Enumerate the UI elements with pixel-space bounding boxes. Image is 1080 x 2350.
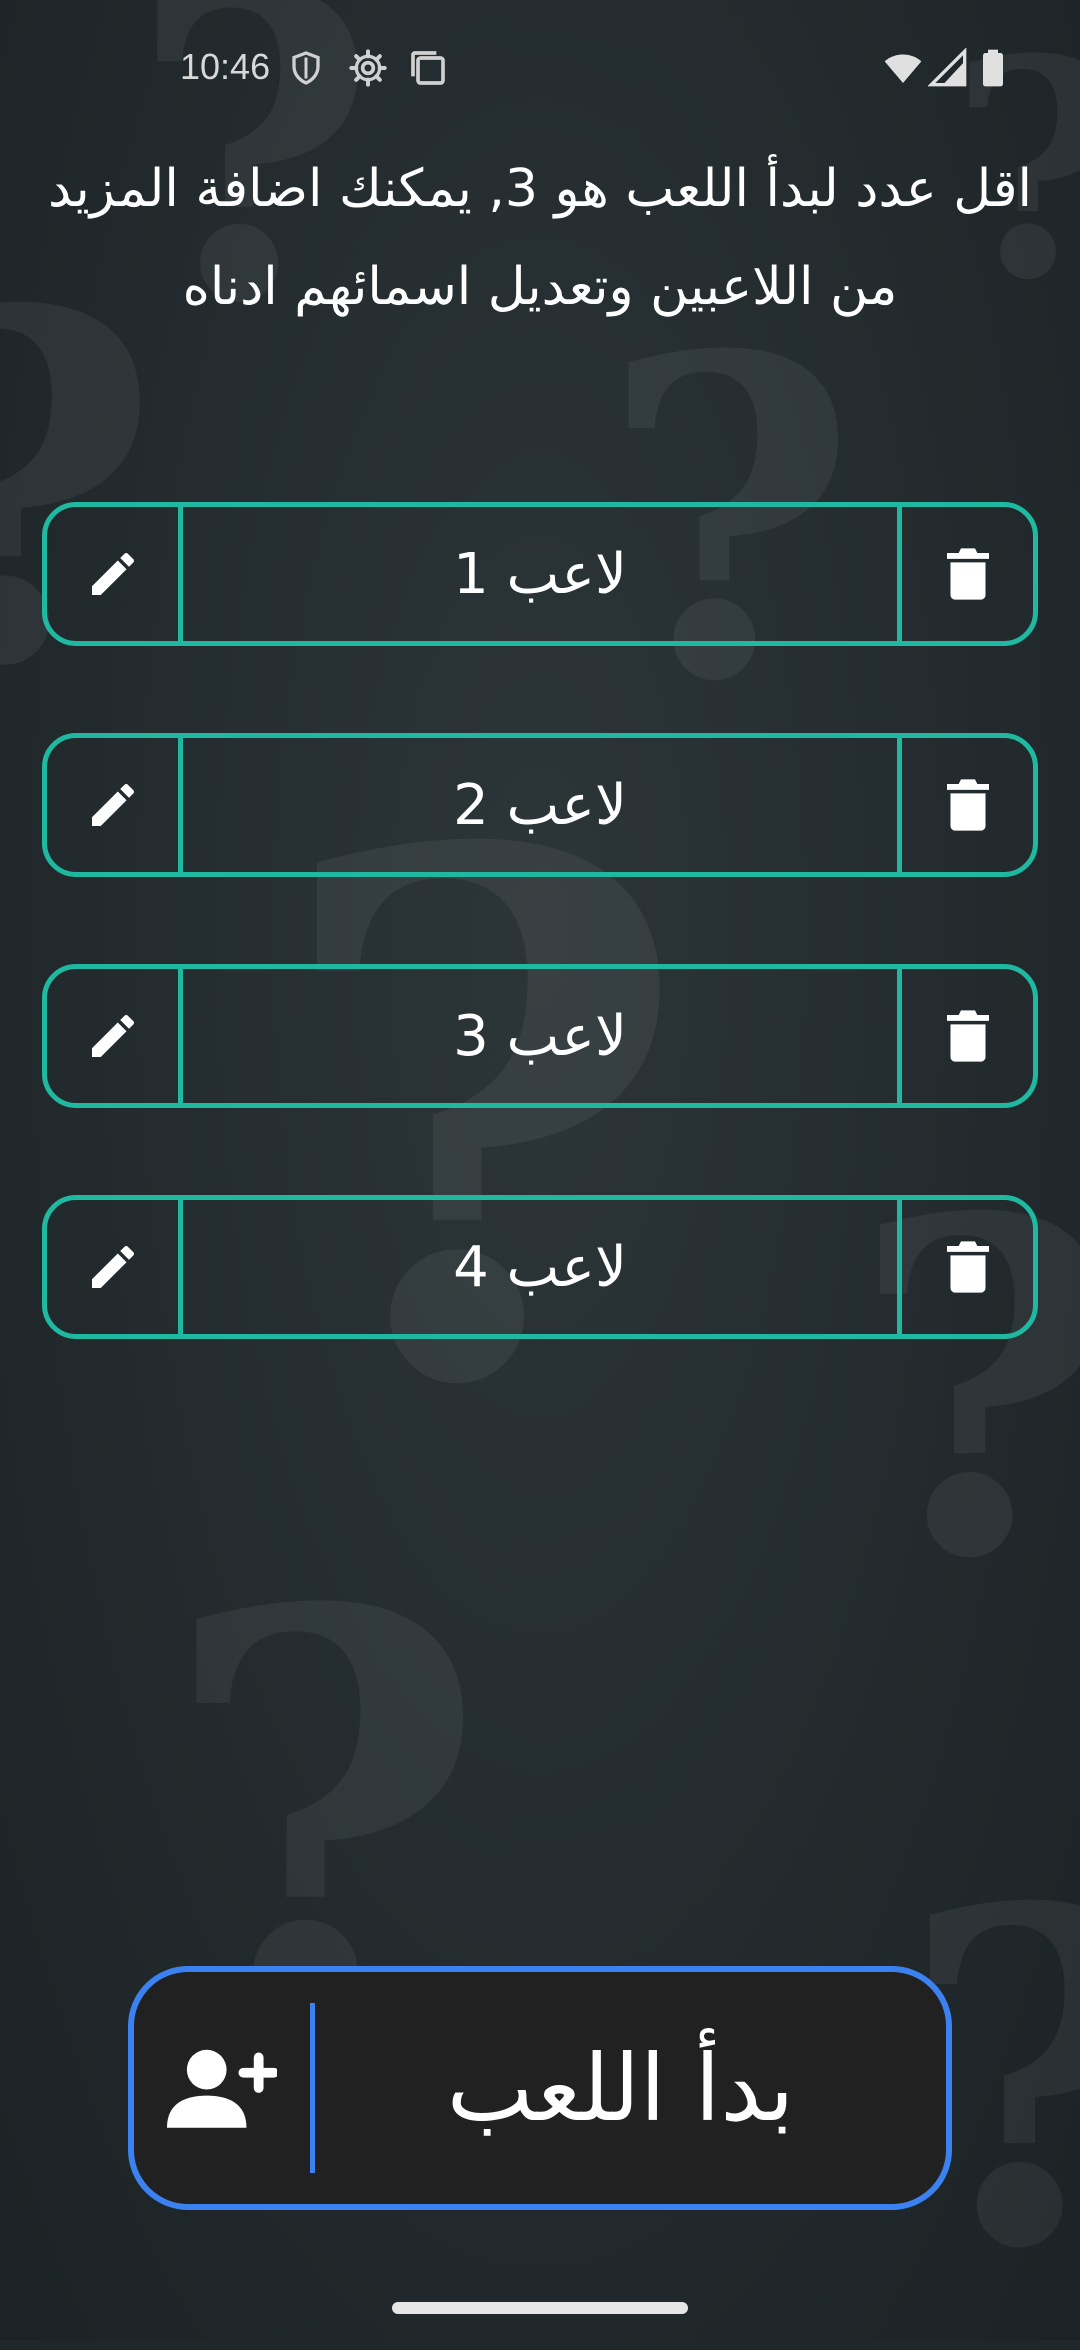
- player-name[interactable]: لاعب 3: [183, 969, 897, 1103]
- player-row: لاعب 2: [42, 733, 1038, 877]
- edit-player-button[interactable]: [47, 969, 183, 1103]
- player-name[interactable]: لاعب 4: [183, 1200, 897, 1334]
- pencil-icon: [91, 1015, 134, 1057]
- player-name[interactable]: لاعب 1: [183, 507, 897, 641]
- start-game-panel: بدأ اللعب: [128, 1966, 952, 2210]
- gear-icon: [348, 48, 388, 92]
- player-name[interactable]: لاعب 2: [183, 738, 897, 872]
- person-add-icon: [167, 2049, 277, 2128]
- player-row: لاعب 3: [42, 964, 1038, 1108]
- players-list: لاعب 1 لاعب 2 لاعب 3 لاعب 4: [42, 502, 1038, 1426]
- delete-player-button[interactable]: [897, 738, 1033, 872]
- home-indicator[interactable]: [392, 2302, 688, 2314]
- battery-icon: [978, 48, 1008, 92]
- trash-icon: [946, 548, 989, 600]
- trash-icon: [946, 1241, 989, 1293]
- trash-icon: [946, 779, 989, 831]
- delete-player-button[interactable]: [897, 969, 1033, 1103]
- status-bar: 10:46: [0, 0, 1080, 140]
- wifi-icon: [882, 48, 924, 92]
- pencil-icon: [91, 553, 134, 595]
- shield-icon: [288, 48, 324, 92]
- start-game-button[interactable]: بدأ اللعب: [315, 2035, 946, 2142]
- edit-player-button[interactable]: [47, 507, 183, 641]
- edit-player-button[interactable]: [47, 1200, 183, 1334]
- delete-player-button[interactable]: [897, 1200, 1033, 1334]
- signal-icon: [927, 47, 968, 92]
- delete-player-button[interactable]: [897, 507, 1033, 641]
- player-row: لاعب 4: [42, 1195, 1038, 1339]
- add-player-button[interactable]: [134, 1972, 310, 2204]
- player-row: لاعب 1: [42, 502, 1038, 646]
- pencil-icon: [91, 784, 134, 826]
- screenshot-icon: [408, 48, 448, 92]
- instructions-text: اقل عدد لبدأ اللعب هو 3, يمكنك اضافة الم…: [47, 159, 1032, 317]
- trash-icon: [946, 1010, 989, 1062]
- edit-player-button[interactable]: [47, 738, 183, 872]
- pencil-icon: [91, 1246, 134, 1288]
- status-time: 10:46: [180, 46, 271, 87]
